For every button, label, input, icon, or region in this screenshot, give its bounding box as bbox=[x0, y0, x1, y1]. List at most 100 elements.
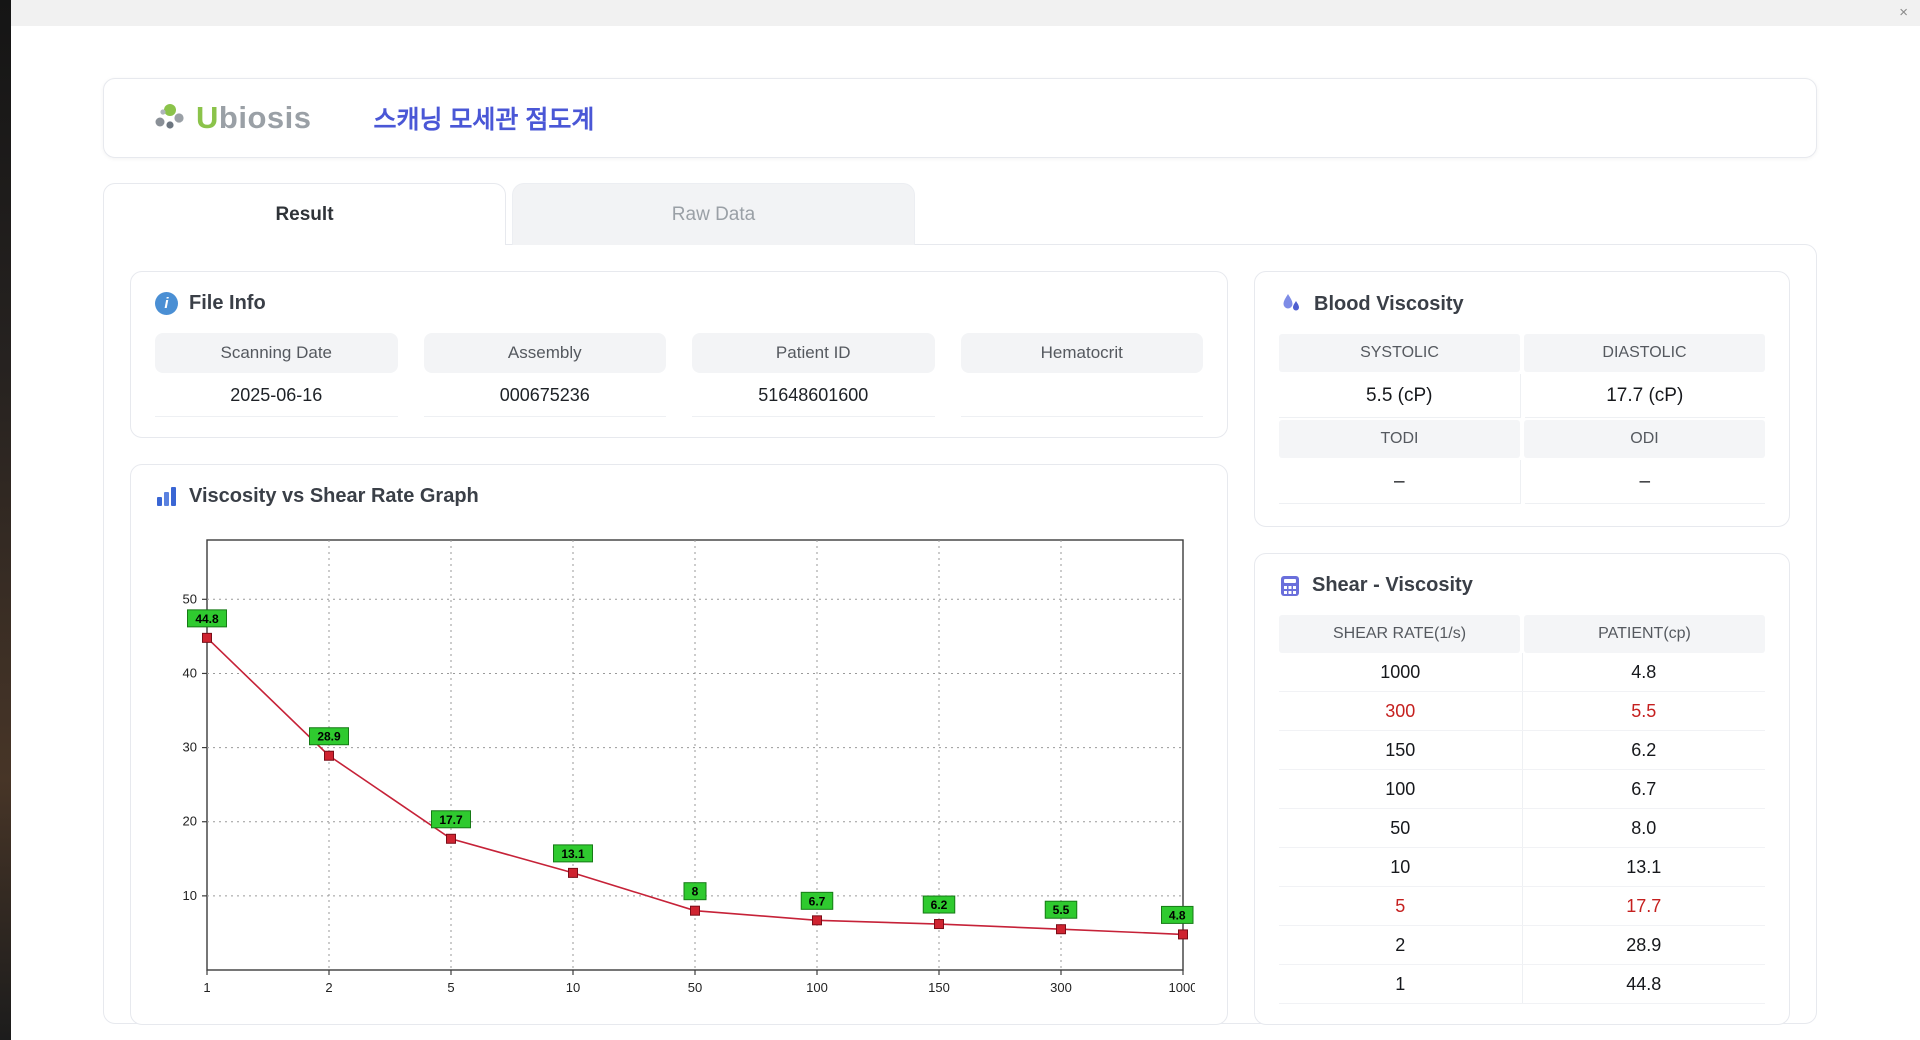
svg-text:150: 150 bbox=[928, 980, 950, 995]
shear-rate-cell: 150 bbox=[1279, 731, 1523, 769]
svg-text:28.9: 28.9 bbox=[317, 730, 341, 744]
svg-text:2: 2 bbox=[325, 980, 332, 995]
shear-rate-cell: 1000 bbox=[1279, 653, 1523, 691]
svg-text:40: 40 bbox=[183, 665, 197, 680]
shear-rate-cell: 10 bbox=[1279, 848, 1523, 886]
field-label: Assembly bbox=[423, 333, 666, 373]
file-info-field: Hematocrit bbox=[960, 333, 1203, 417]
blood-viscosity-table: SYSTOLIC DIASTOLIC 5.5 (cP) 17.7 (cP) TODI O… bbox=[1279, 334, 1765, 504]
patient-viscosity-cell: 6.7 bbox=[1631, 779, 1657, 799]
field-value: 2025-06-16 bbox=[155, 373, 398, 417]
viscosity-shear-chart: 10 20 30 40 50 1 2 5 10 50 100 150 300 1000 44.8 28.9 17… bbox=[183, 539, 1195, 995]
bv-header-row: SYSTOLIC DIASTOLIC bbox=[1279, 334, 1765, 372]
file-info-heading: File Info bbox=[155, 292, 1203, 315]
shear-table-body: 1000 4.8 300 5.5 150 6.2 100 6.7 50 8.0 … bbox=[1279, 653, 1765, 1004]
table-row: 1 44.8 bbox=[1279, 965, 1765, 1004]
svg-text:6.7: 6.7 bbox=[809, 894, 826, 908]
bv-header-cell: TODI bbox=[1279, 420, 1520, 458]
svg-text:1: 1 bbox=[203, 980, 210, 995]
ubiosis-logo: Ubiosis bbox=[150, 98, 311, 138]
shear-rate-cell: 50 bbox=[1279, 809, 1523, 847]
field-label: Scanning Date bbox=[155, 333, 398, 373]
svg-text:8: 8 bbox=[692, 885, 699, 899]
brand-text: Ubiosis bbox=[196, 100, 312, 135]
screen-left-edge bbox=[0, 0, 11, 1040]
graph-title: Viscosity vs Shear Rate Graph bbox=[189, 485, 479, 507]
patient-viscosity-cell: 44.8 bbox=[1626, 974, 1662, 994]
shear-viscosity-heading: Shear - Viscosity bbox=[1279, 574, 1765, 597]
droplets-icon bbox=[1283, 294, 1299, 311]
svg-text:13.1: 13.1 bbox=[561, 847, 585, 861]
bv-value-row: – – bbox=[1279, 460, 1765, 504]
field-value bbox=[960, 373, 1203, 417]
shear-viscosity-title: Shear - Viscosity bbox=[1312, 574, 1473, 596]
right-column: Blood Viscosity SYSTOLIC DIASTOLIC 5.5 (c… bbox=[1254, 271, 1790, 1025]
table-row: 150 6.2 bbox=[1279, 731, 1765, 770]
blood-viscosity-title: Blood Viscosity bbox=[1314, 292, 1464, 315]
svg-text:10: 10 bbox=[566, 980, 580, 995]
shear-column-header: PATIENT(cp) bbox=[1524, 615, 1765, 653]
shear-rate-cell: 100 bbox=[1279, 770, 1523, 808]
app-page: Ubiosis 스캐닝 모세관 점도계 ResultRaw Data File … bbox=[11, 26, 1920, 1040]
svg-text:5.5: 5.5 bbox=[1053, 903, 1070, 917]
patient-viscosity-cell: 17.7 bbox=[1626, 896, 1662, 916]
tab-result[interactable]: Result bbox=[103, 183, 506, 245]
svg-text:50: 50 bbox=[688, 980, 702, 995]
shear-rate-cell: 2 bbox=[1279, 926, 1523, 964]
bv-header-cell: ODI bbox=[1524, 420, 1765, 458]
shear-viscosity-panel: Shear - Viscosity SHEAR RATE(1/s) PATIENT… bbox=[1254, 553, 1790, 1025]
logo-molecule-icon bbox=[155, 104, 184, 129]
svg-text:50: 50 bbox=[183, 591, 197, 606]
table-row: 2 28.9 bbox=[1279, 926, 1765, 965]
svg-text:100: 100 bbox=[806, 980, 828, 995]
file-info-title: File Info bbox=[189, 292, 266, 314]
patient-viscosity-cell: 8.0 bbox=[1631, 818, 1657, 838]
svg-text:5: 5 bbox=[447, 980, 454, 995]
file-info-field: Assembly 000675236 bbox=[423, 333, 666, 417]
bv-header-row: TODI ODI bbox=[1279, 420, 1765, 458]
svg-text:17.7: 17.7 bbox=[439, 813, 463, 827]
svg-text:4.8: 4.8 bbox=[1169, 908, 1186, 922]
table-row: 300 5.5 bbox=[1279, 692, 1765, 731]
svg-text:44.8: 44.8 bbox=[195, 612, 219, 626]
field-label: Hematocrit bbox=[960, 333, 1203, 373]
svg-text:10: 10 bbox=[183, 888, 197, 903]
file-info-field: Scanning Date 2025-06-16 bbox=[155, 333, 398, 417]
table-row: 1000 4.8 bbox=[1279, 653, 1765, 692]
svg-text:20: 20 bbox=[183, 814, 197, 829]
blood-viscosity-heading: Blood Viscosity bbox=[1279, 292, 1765, 316]
close-icon[interactable]: × bbox=[1899, 3, 1908, 23]
graph-heading: Viscosity vs Shear Rate Graph bbox=[155, 485, 1203, 508]
calculator-icon bbox=[1281, 575, 1299, 596]
shear-rate-cell: 1 bbox=[1279, 965, 1523, 1003]
svg-text:1000: 1000 bbox=[1169, 980, 1195, 995]
bv-value-cell: 5.5 (cP) bbox=[1279, 374, 1521, 418]
bv-value-cell: 17.7 (cP) bbox=[1524, 374, 1765, 418]
bv-value-row: 5.5 (cP) 17.7 (cP) bbox=[1279, 374, 1765, 418]
table-row: 5 17.7 bbox=[1279, 887, 1765, 926]
bv-value-cell: – bbox=[1279, 460, 1521, 504]
window-titlebar: × bbox=[11, 0, 1920, 26]
info-icon bbox=[155, 292, 178, 315]
shear-column-header: SHEAR RATE(1/s) bbox=[1279, 615, 1520, 653]
bar-chart-icon bbox=[157, 487, 176, 506]
bv-value-cell: – bbox=[1524, 460, 1765, 504]
patient-viscosity-cell: 4.8 bbox=[1631, 662, 1657, 682]
graph-panel: Viscosity vs Shear Rate Graph 10 20 30 40 50… bbox=[130, 464, 1228, 1025]
svg-text:30: 30 bbox=[183, 740, 197, 755]
bv-header-cell: DIASTOLIC bbox=[1524, 334, 1765, 372]
file-info-fields: Scanning Date 2025-06-16 Assembly 000675… bbox=[155, 333, 1203, 417]
file-info-panel: File Info Scanning Date 2025-06-16 Assem… bbox=[130, 271, 1228, 438]
shear-rate-cell: 5 bbox=[1279, 887, 1523, 925]
app-title: 스캐닝 모세관 점도계 bbox=[373, 106, 595, 134]
field-label: Patient ID bbox=[692, 333, 935, 373]
tab-bar: Result Raw Data bbox=[103, 183, 1817, 245]
blood-viscosity-panel: Blood Viscosity SYSTOLIC DIASTOLIC 5.5 (c… bbox=[1254, 271, 1790, 527]
table-row: 50 8.0 bbox=[1279, 809, 1765, 848]
field-value: 51648601600 bbox=[692, 373, 935, 417]
field-value: 000675236 bbox=[423, 373, 666, 417]
app-header: Ubiosis 스캐닝 모세관 점도계 bbox=[103, 78, 1817, 158]
svg-text:6.2: 6.2 bbox=[931, 898, 948, 912]
table-row: 10 13.1 bbox=[1279, 848, 1765, 887]
tab-raw-data[interactable]: Raw Data bbox=[512, 183, 915, 245]
